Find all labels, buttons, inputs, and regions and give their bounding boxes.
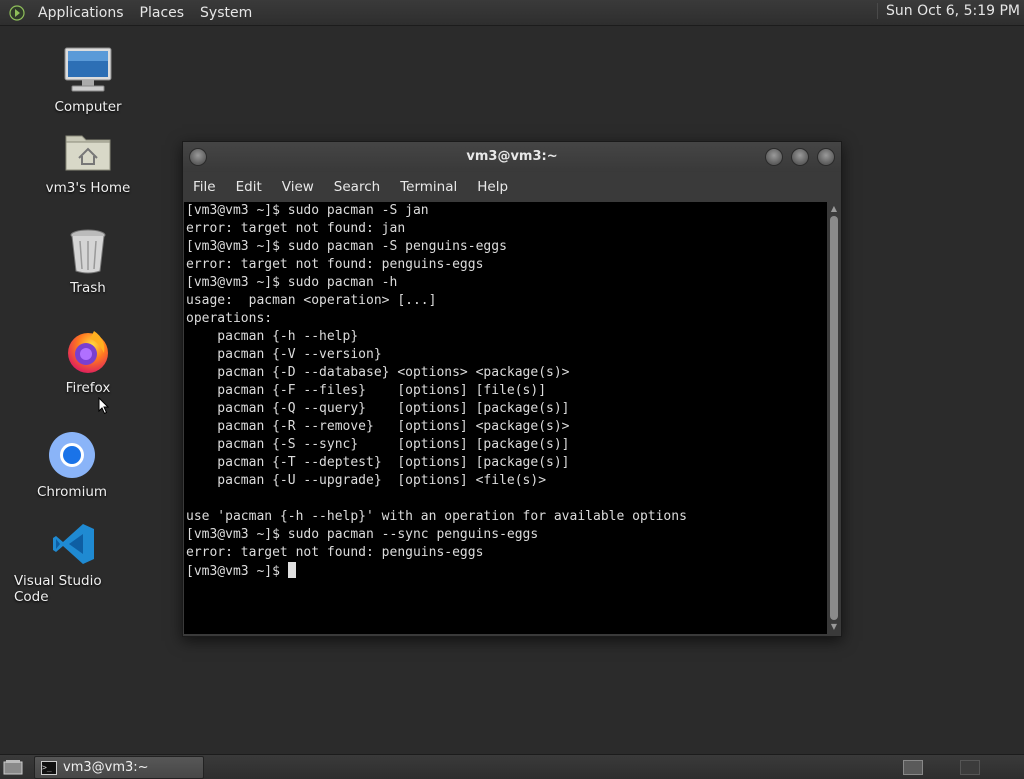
top-panel: Applications Places System Sun Oct 6, 5:… xyxy=(0,0,1024,26)
menu-search[interactable]: Search xyxy=(324,179,390,195)
menu-places[interactable]: Places xyxy=(132,5,193,21)
show-desktop-icon[interactable] xyxy=(2,757,24,777)
trash-icon xyxy=(62,225,114,277)
terminal-line: use 'pacman {-h --help}' with an operati… xyxy=(186,509,687,524)
terminal-line: pacman {-R --remove} [options] <package(… xyxy=(186,419,570,434)
scroll-up-arrow-icon[interactable]: ▲ xyxy=(830,205,838,213)
desktop-icon-home[interactable]: vm3's Home xyxy=(28,125,148,196)
taskbar-window-label: vm3@vm3:~ xyxy=(63,760,149,775)
desktop-icon-label: Visual Studio Code xyxy=(14,573,102,605)
home-folder-icon xyxy=(62,125,114,177)
terminal-icon: >_ xyxy=(41,760,57,775)
menu-edit[interactable]: Edit xyxy=(226,179,272,195)
terminal-prompt-line[interactable]: [vm3@vm3 ~]$ xyxy=(184,562,827,580)
minimize-button[interactable] xyxy=(765,148,783,166)
menu-applications[interactable]: Applications xyxy=(30,5,132,21)
menu-file[interactable]: File xyxy=(183,179,226,195)
terminal-line: pacman {-h --help} xyxy=(186,329,359,344)
terminal-line: pacman {-T --deptest} [options] [package… xyxy=(186,455,570,470)
desktop-icon-label: Chromium xyxy=(36,484,108,500)
scroll-down-arrow-icon[interactable]: ▼ xyxy=(830,623,838,631)
clock[interactable]: Sun Oct 6, 5:19 PM xyxy=(877,3,1020,19)
chromium-icon xyxy=(46,429,98,481)
firefox-icon xyxy=(62,325,114,377)
window-titlebar[interactable]: vm3@vm3:~ xyxy=(183,142,841,172)
terminal-line: pacman {-V --version} xyxy=(186,347,382,362)
desktop-icon-label: Computer xyxy=(54,99,122,115)
menu-view[interactable]: View xyxy=(272,179,324,195)
terminal-line: error: target not found: penguins-eggs xyxy=(186,545,484,560)
terminal-line: error: target not found: jan xyxy=(186,221,406,236)
taskbar-terminal-button[interactable]: >_ vm3@vm3:~ xyxy=(34,756,204,779)
terminal-line: usage: pacman <operation> [...] xyxy=(186,293,437,308)
distro-logo-icon[interactable] xyxy=(8,4,26,22)
bottom-panel: >_ vm3@vm3:~ xyxy=(0,754,1024,779)
maximize-button[interactable] xyxy=(791,148,809,166)
desktop-icon-label: vm3's Home xyxy=(45,180,131,196)
terminal-line: error: target not found: penguins-eggs xyxy=(186,257,484,272)
close-button[interactable] xyxy=(817,148,835,166)
window-title: vm3@vm3:~ xyxy=(466,149,558,164)
scrollbar-thumb[interactable] xyxy=(830,216,838,620)
terminal-line: pacman {-Q --query} [options] [package(s… xyxy=(186,401,570,416)
computer-icon xyxy=(62,44,114,96)
mouse-pointer-icon xyxy=(98,397,110,415)
vscode-icon xyxy=(48,518,100,570)
terminal-line: [vm3@vm3 ~]$ sudo pacman -h xyxy=(186,275,398,290)
terminal-scrollbar[interactable]: ▲ ▼ xyxy=(828,202,840,634)
terminal-output[interactable]: [vm3@vm3 ~]$ sudo pacman -S jan error: t… xyxy=(184,202,827,634)
text-cursor xyxy=(287,562,296,578)
desktop-icon-label: Trash xyxy=(70,280,106,296)
terminal-prompt: [vm3@vm3 ~]$ xyxy=(186,564,288,579)
desktop-icon-vscode[interactable]: Visual Studio Code xyxy=(14,518,134,605)
workspace-2[interactable] xyxy=(960,760,980,775)
desktop-icon-firefox[interactable]: Firefox xyxy=(28,325,148,396)
terminal-line: [vm3@vm3 ~]$ sudo pacman -S jan xyxy=(186,203,429,218)
menu-system[interactable]: System xyxy=(192,5,260,21)
terminal-line: pacman {-S --sync} [options] [package(s)… xyxy=(186,437,570,452)
terminal-line: pacman {-F --files} [options] [file(s)] xyxy=(186,383,547,398)
terminal-line: [vm3@vm3 ~]$ sudo pacman -S penguins-egg… xyxy=(186,239,507,254)
desktop-icon-computer[interactable]: Computer xyxy=(28,44,148,115)
terminal-window[interactable]: vm3@vm3:~ File Edit View Search Terminal… xyxy=(182,141,842,637)
desktop-icon-label: Firefox xyxy=(65,380,111,396)
terminal-line: operations: xyxy=(186,311,273,326)
menu-terminal[interactable]: Terminal xyxy=(390,179,467,195)
terminal-line: pacman {-U --upgrade} [options] <file(s)… xyxy=(186,473,547,488)
workspace-1[interactable] xyxy=(903,760,923,775)
terminal-menubar: File Edit View Search Terminal Help xyxy=(183,172,841,202)
terminal-line: [vm3@vm3 ~]$ sudo pacman --sync penguins… xyxy=(186,527,539,542)
desktop-icon-chromium[interactable]: Chromium xyxy=(12,429,132,500)
terminal-line: pacman {-D --database} <options> <packag… xyxy=(186,365,570,380)
menu-help[interactable]: Help xyxy=(467,179,518,195)
desktop-icon-trash[interactable]: Trash xyxy=(28,225,148,296)
